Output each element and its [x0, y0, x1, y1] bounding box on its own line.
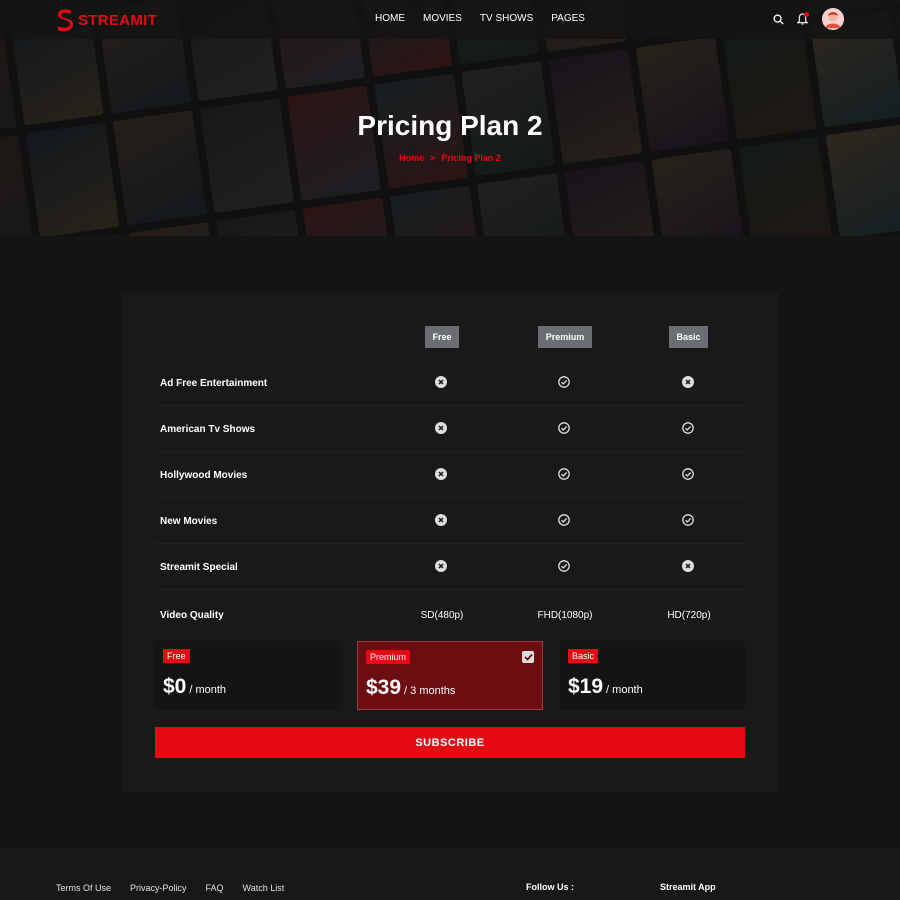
feature-row: Streamit Special — [155, 544, 745, 590]
video-quality-row: Video Quality SD(480p) FHD(1080p) HD(720… — [155, 592, 745, 638]
nav-item-pages[interactable]: PAGES — [551, 13, 585, 24]
check-circle-icon-basic — [682, 514, 694, 526]
plan-badge: Basic — [568, 649, 599, 663]
row-label: Hollywood Movies — [160, 470, 248, 481]
breadcrumb-current: Pricing Plan 2 — [441, 153, 501, 163]
footer-link-watch-list[interactable]: Watch List — [243, 883, 285, 893]
footer: Terms Of Use Privacy-Policy FAQ Watch Li… — [0, 848, 900, 900]
nav-item-movies[interactable]: MOVIES — [423, 13, 462, 24]
column-header-free: Free — [425, 326, 459, 348]
breadcrumb-separator: > — [430, 153, 436, 163]
times-circle-icon-basic — [682, 376, 694, 388]
check-circle-icon-premium — [558, 376, 570, 388]
follow-us-heading: Follow Us : — [526, 882, 574, 892]
check-circle-icon-basic — [682, 422, 694, 434]
user-avatar-icon — [822, 8, 844, 30]
quality-premium: FHD(1080p) — [537, 610, 593, 621]
feature-row: Ad Free Entertainment — [155, 360, 745, 406]
quality-free: SD(480p) — [420, 610, 464, 621]
breadcrumb-home-link[interactable]: Home — [399, 153, 424, 163]
row-label: American Tv Shows — [160, 424, 256, 435]
quality-basic: HD(720p) — [667, 610, 711, 621]
check-circle-icon-premium — [558, 560, 570, 572]
selected-check-icon — [522, 651, 534, 663]
avatar[interactable] — [822, 8, 844, 30]
main-nav: HOME MOVIES TV SHOWS PAGES — [375, 13, 603, 24]
times-circle-icon-free — [435, 514, 447, 526]
times-circle-icon-free — [435, 376, 447, 388]
row-label: Streamit Special — [160, 562, 238, 573]
times-circle-icon-free — [435, 560, 447, 572]
search-button[interactable] — [770, 11, 786, 27]
streamit-app-heading: Streamit App — [660, 882, 716, 892]
check-circle-icon-premium — [558, 514, 570, 526]
header-actions — [762, 8, 844, 30]
feature-row: New Movies — [155, 498, 745, 544]
plan-badge: Premium — [366, 650, 411, 664]
times-circle-icon-free — [435, 468, 447, 480]
column-header-premium: Premium — [538, 326, 592, 348]
plan-badge: Free — [163, 649, 190, 663]
plan-card-premium[interactable]: Premium $39/ 3 months — [357, 641, 543, 710]
subscribe-button[interactable]: SUBSCRIBE — [155, 727, 745, 758]
search-icon — [772, 13, 784, 25]
times-circle-icon-basic — [682, 560, 694, 572]
notifications-button[interactable] — [794, 11, 810, 27]
check-circle-icon-basic — [682, 468, 694, 480]
top-header: STREAMIT HOME MOVIES TV SHOWS PAGES — [0, 0, 900, 39]
plan-card-basic[interactable]: Basic $19/ month — [560, 641, 745, 710]
check-circle-icon-premium — [558, 468, 570, 480]
logo-text: STREAMIT — [78, 11, 158, 29]
page-title: Pricing Plan 2 — [357, 110, 543, 141]
plan-price: $39/ 3 months — [366, 676, 456, 699]
column-header-basic: Basic — [669, 326, 708, 348]
row-label: Ad Free Entertainment — [160, 378, 268, 389]
nav-item-tv-shows[interactable]: TV SHOWS — [480, 13, 533, 24]
streamit-logo-icon — [58, 9, 73, 32]
check-circle-icon-premium — [558, 422, 570, 434]
footer-link-terms[interactable]: Terms Of Use — [56, 883, 111, 893]
nav-item-home[interactable]: HOME — [375, 13, 405, 24]
times-circle-icon-free — [435, 422, 447, 434]
pricing-table-card: Free Premium Basic Ad Free Entertainment… — [121, 292, 779, 792]
notification-dot — [804, 12, 809, 17]
plan-card-free[interactable]: Free $0/ month — [155, 641, 340, 710]
row-label: Video Quality — [160, 610, 224, 621]
breadcrumb: Home > Pricing Plan 2 — [0, 153, 900, 163]
footer-link-faq[interactable]: FAQ — [206, 883, 224, 893]
footer-links: Terms Of Use Privacy-Policy FAQ Watch Li… — [56, 883, 303, 893]
feature-row: American Tv Shows — [155, 406, 745, 452]
plan-price: $19/ month — [568, 675, 643, 698]
footer-link-privacy[interactable]: Privacy-Policy — [130, 883, 187, 893]
plan-price: $0/ month — [163, 675, 227, 698]
logo[interactable]: STREAMIT — [56, 8, 157, 32]
row-label: New Movies — [160, 516, 218, 527]
feature-row: Hollywood Movies — [155, 452, 745, 498]
